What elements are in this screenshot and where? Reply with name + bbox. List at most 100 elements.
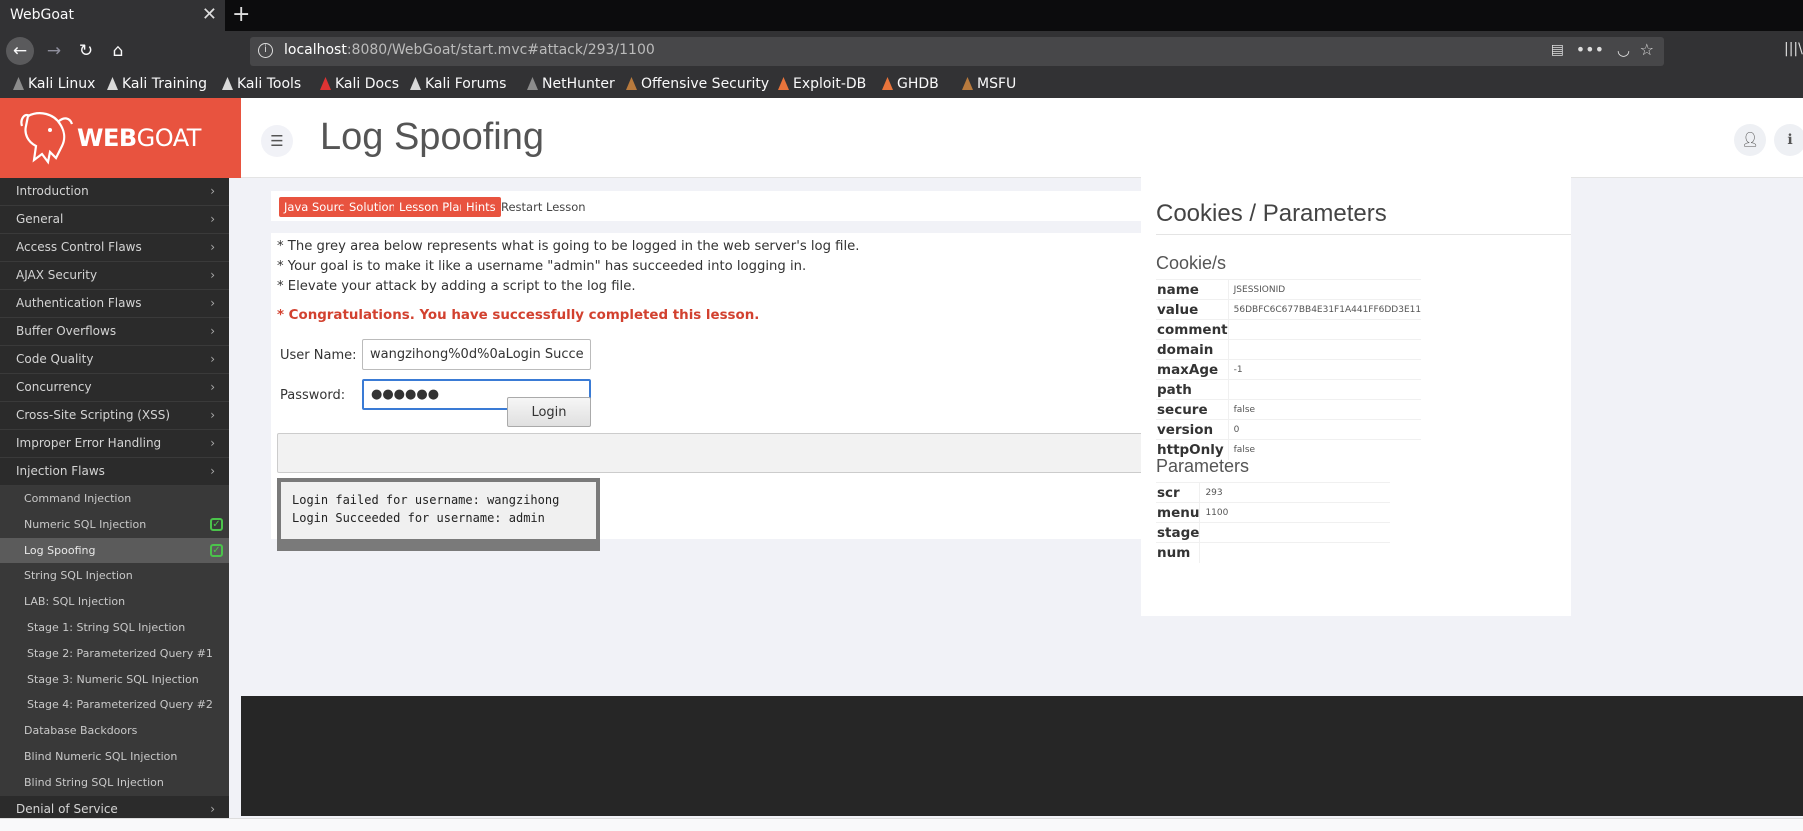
bookmark-item[interactable]: Kali Forums: [410, 76, 506, 92]
user-icon[interactable]: 👤︎: [1734, 124, 1766, 156]
kv-row: version 0: [1156, 419, 1422, 440]
menu-lesson-item[interactable]: Numeric SQL Injection ✓: [0, 512, 229, 538]
bookmark-item[interactable]: Kali Tools: [222, 76, 301, 92]
menu-category[interactable]: Buffer Overflows ›: [0, 318, 229, 346]
page-actions-icon[interactable]: •••: [1576, 40, 1604, 59]
kv-value: [1199, 522, 1390, 543]
menu-category[interactable]: Authentication Flaws ›: [0, 290, 229, 318]
close-tab-icon[interactable]: ✕: [202, 4, 217, 25]
instruction-line: * Elevate your attack by adding a script…: [277, 279, 636, 294]
hints-button[interactable]: Hints: [461, 197, 501, 217]
menu-lesson-item[interactable]: Database Backdoors: [0, 718, 229, 744]
log-line: Login Succeeded for username: admin: [292, 511, 545, 525]
forward-arrow-icon[interactable]: →: [40, 37, 68, 65]
bookmark-item[interactable]: MSFU: [962, 76, 1016, 92]
webgoat-logo[interactable]: WEBGOAT: [0, 98, 241, 178]
menu-lesson-item[interactable]: Stage 1: String SQL Injection: [0, 615, 229, 641]
menu-category[interactable]: General ›: [0, 206, 229, 234]
browser-tab[interactable]: WebGoat ✕: [0, 0, 225, 31]
url-bar[interactable]: i localhost:8080/WebGoat/start.mvc#attac…: [250, 37, 1664, 66]
restart-lesson-button[interactable]: Restart Lesson: [496, 197, 591, 217]
menu-category[interactable]: AJAX Security ›: [0, 262, 229, 290]
url-path: :8080/WebGoat/start.mvc#attack/293/1100: [346, 42, 655, 58]
chevron-right-icon: ›: [210, 212, 215, 226]
home-icon[interactable]: ⌂: [104, 37, 132, 65]
kv-key: name: [1156, 279, 1229, 300]
menu-lesson-label: Stage 2: Parameterized Query #1: [27, 646, 213, 660]
bookmark-favicon-icon: [882, 77, 893, 90]
menu-category[interactable]: Concurrency ›: [0, 374, 229, 402]
chevron-right-icon: ›: [210, 464, 215, 478]
bookmark-label: Offensive Security: [641, 76, 770, 92]
bookmark-item[interactable]: NetHunter: [527, 76, 615, 92]
completed-check-icon: ✓: [210, 543, 223, 557]
reader-view-icon[interactable]: ▤: [1551, 42, 1564, 58]
bookmark-item[interactable]: Offensive Security: [626, 76, 769, 92]
kv-key: version: [1156, 419, 1229, 440]
menu-lesson-item[interactable]: Blind String SQL Injection: [0, 770, 229, 796]
menu-category-label: Authentication Flaws: [16, 296, 142, 310]
menu-category[interactable]: Denial of Service ›: [0, 795, 229, 818]
menu-lesson-item[interactable]: Stage 3: Numeric SQL Injection: [0, 667, 229, 693]
kv-value: [1227, 379, 1422, 400]
pocket-icon[interactable]: ◡: [1617, 41, 1630, 59]
menu-lesson-label: Blind Numeric SQL Injection: [24, 749, 178, 763]
menu-lesson-item[interactable]: Blind Numeric SQL Injection: [0, 744, 229, 770]
kv-value: -1: [1227, 359, 1422, 380]
menu-category[interactable]: Introduction ›: [0, 178, 229, 206]
bookmark-star-icon[interactable]: ☆: [1640, 40, 1654, 59]
kv-value: JSESSIONID: [1227, 279, 1422, 300]
new-tab-icon[interactable]: +: [232, 2, 250, 27]
bookmark-favicon-icon: [320, 77, 331, 90]
menu-lesson-item[interactable]: Log Spoofing ✓: [0, 537, 229, 564]
kv-value: 293: [1199, 482, 1390, 503]
menu-lesson-item[interactable]: LAB: SQL Injection: [0, 589, 229, 615]
menu-category[interactable]: Cross-Site Scripting (XSS) ›: [0, 402, 229, 430]
menu-lesson-label: Stage 1: String SQL Injection: [27, 620, 186, 634]
bookmark-item[interactable]: GHDB: [882, 76, 939, 92]
bookmark-item[interactable]: Kali Training: [107, 76, 207, 92]
injection-flaws-submenu: Command Injection Numeric SQL Injection ✓ L…: [0, 486, 229, 796]
site-info-icon[interactable]: i: [258, 43, 273, 58]
kv-value: false: [1227, 439, 1422, 460]
chevron-right-icon: ›: [210, 184, 215, 198]
back-arrow-icon[interactable]: ←: [6, 37, 34, 65]
menu-lesson-label: Blind String SQL Injection: [24, 775, 164, 789]
bookmark-favicon-icon: [13, 77, 24, 90]
menu-category[interactable]: Access Control Flaws ›: [0, 234, 229, 262]
password-label: Password:: [280, 388, 346, 403]
menu-lesson-item[interactable]: Stage 2: Parameterized Query #1: [0, 641, 229, 667]
library-icon[interactable]: |||\: [1784, 41, 1803, 57]
page-title: Log Spoofing: [320, 116, 544, 158]
menu-category-label: AJAX Security: [16, 268, 98, 282]
bookmark-item[interactable]: Kali Linux: [13, 76, 95, 92]
chevron-right-icon: ›: [210, 296, 215, 310]
menu-category-label: Access Control Flaws: [16, 240, 142, 254]
menu-lesson-label: Database Backdoors: [24, 724, 138, 738]
info-icon[interactable]: ℹ: [1774, 124, 1803, 156]
logo-text-goat: GOAT: [136, 124, 202, 152]
bookmark-label: Kali Docs: [335, 76, 400, 92]
login-button[interactable]: Login: [507, 397, 591, 427]
solution-button[interactable]: Solution: [344, 197, 401, 217]
menu-category-label: Cross-Site Scripting (XSS): [16, 408, 171, 422]
menu-category[interactable]: Improper Error Handling ›: [0, 430, 229, 458]
bookmark-favicon-icon: [527, 77, 538, 90]
menu-category[interactable]: Code Quality ›: [0, 346, 229, 374]
bookmark-favicon-icon: [107, 77, 118, 90]
bookmark-item[interactable]: Kali Docs: [320, 76, 399, 92]
menu-lesson-item[interactable]: Command Injection: [0, 486, 229, 512]
chevron-right-icon: ›: [210, 240, 215, 254]
menu-toggle-icon[interactable]: ☰: [261, 125, 293, 157]
bookmark-item[interactable]: Exploit-DB: [778, 76, 866, 92]
server-log-output: Login failed for username: wangzihong Lo…: [277, 478, 600, 551]
username-input[interactable]: [362, 339, 591, 370]
kv-row: maxAge -1: [1156, 359, 1422, 380]
menu-lesson-item[interactable]: Stage 4: Parameterized Query #2: [0, 692, 229, 718]
menu-category[interactable]: Injection Flaws ›: [0, 458, 229, 486]
top-bar: ☰ Log Spoofing 👤︎ ℹ: [241, 98, 1803, 178]
reload-icon[interactable]: ↻: [72, 37, 100, 65]
menu-lesson-item[interactable]: String SQL Injection: [0, 563, 229, 589]
kv-key: maxAge: [1156, 359, 1229, 380]
url-text[interactable]: localhost:8080/WebGoat/start.mvc#attack/…: [284, 42, 655, 58]
